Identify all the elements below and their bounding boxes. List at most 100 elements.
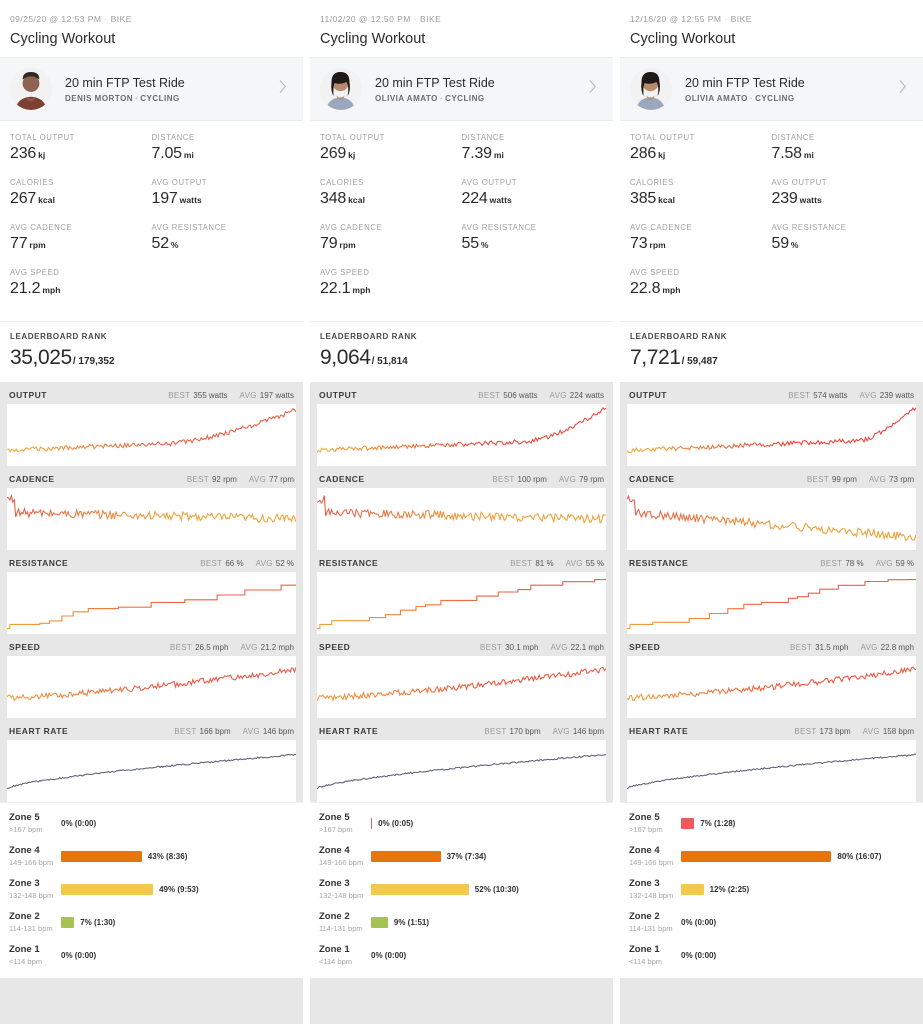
charts-section: OUTPUT BEST 506 watts AVG 224 watts CADENCE BE… [310,382,613,1024]
best-label: BEST [479,643,503,652]
chart-stats: BEST 166 bpm AVG 146 bpm [174,727,294,736]
avg-label: AVG [248,475,267,484]
zone-name: Zone 2 [9,911,40,923]
chart-plot-heart-rate[interactable] [7,740,296,802]
chart-plot-output[interactable] [317,404,606,466]
metric-value: 267 kcal [10,190,152,208]
metric-avg-cadence: AVG CADENCE 79 rpm [320,223,462,253]
chart-plot-resistance[interactable] [7,572,296,634]
avg-label: AVG [565,559,583,568]
zone-name: Zone 1 [319,944,350,956]
zone-range: 132-148 bpm [319,890,364,900]
metric-unit: mph [352,285,371,295]
workout-header: 11/02/20 @ 12:50 PM · BIKE Cycling Workout [310,0,613,57]
zone-bar [371,818,373,829]
class-title: 20 min FTP Test Ride [685,75,805,90]
zone-value: 37% (7:34) [446,852,487,861]
zone-range: <114 bpm [9,956,43,966]
zone-row: Zone 2 114-131 bpm 7% (1:30) [9,906,294,939]
metric-value: 348 kcal [320,190,462,208]
best-value: 31.5 mph [815,643,849,652]
chart-plot-speed[interactable] [627,656,916,718]
metric-number: 348 [320,190,347,207]
leaderboard-total: / 51,814 [371,356,408,367]
chart-plot-speed[interactable] [317,656,606,718]
zone-label: Zone 1 <114 bpm [319,944,371,966]
chart-header: HEART RATE BEST 166 bpm AVG 146 bpm [7,718,296,740]
metric-label: AVG CADENCE [630,223,693,232]
zone-name: Zone 5 [9,812,40,824]
zone-name: Zone 4 [319,845,350,857]
metric-label: AVG OUTPUT [151,178,208,187]
class-row[interactable]: 20 min FTP Test Ride DENIS MORTON · CYCLING [0,57,303,121]
metric-value: 7.05 mi [152,145,294,163]
chart-plot-speed[interactable] [7,656,296,718]
zone-name: Zone 2 [629,911,660,923]
metric-number: 267 [10,190,37,207]
chart-best-stat: BEST 26.5 mph [170,643,228,652]
leaderboard-total: / 59,487 [681,356,718,367]
metric-number: 73 [630,235,648,252]
chevron-right-icon[interactable] [587,78,603,100]
avg-label: AVG [549,391,567,400]
chart-stats: BEST 78 % AVG 59 % [820,559,914,568]
workout-discipline: BIKE [730,14,752,24]
zone-value: 0% (0:00) [681,918,717,927]
zone-bar-wrap: 52% (10:30) [371,884,604,895]
chart-plot-cadence[interactable] [627,488,916,550]
chart-plot-heart-rate[interactable] [627,740,916,802]
workout-column-2: 11/02/20 @ 12:50 PM · BIKE Cycling Workout 2… [310,0,613,1024]
instructor-name: OLIVIA AMATO [375,93,438,103]
zone-bar [681,851,832,862]
metric-avg-resistance: AVG RESISTANCE 52% [152,223,294,253]
zone-label: Zone 3 132-148 bpm [319,878,371,900]
chart-title: HEART RATE [319,726,379,736]
zone-label: Zone 3 132-148 bpm [629,878,681,900]
class-category: CYCLING [755,93,795,103]
avg-value: 197 watts [259,391,294,400]
class-row[interactable]: 20 min FTP Test Ride OLIVIA AMATO · CYCLING [620,57,923,121]
chevron-right-icon[interactable] [897,78,913,100]
chart-plot-heart-rate[interactable] [317,740,606,802]
instructor-name: OLIVIA AMATO [685,93,748,103]
chart-plot-cadence[interactable] [317,488,606,550]
chevron-right-icon[interactable] [277,78,293,100]
chart-header: RESISTANCE BEST 66 % AVG 52 % [7,550,296,572]
chart-plot-output[interactable] [627,404,916,466]
zone-row: Zone 5 >167 bpm 7% (1:28) [629,807,914,840]
metric-total-output: TOTAL OUTPUT 236 kj [10,133,152,163]
chart-plot-output[interactable] [7,404,296,466]
workout-date: 11/02/20 @ 12:50 PM [320,14,411,24]
metric-unit: watts [799,195,822,205]
chart-header: CADENCE BEST 100 rpm AVG 79 rpm [317,466,606,488]
best-label: BEST [794,727,817,736]
zone-name: Zone 3 [9,878,40,890]
zone-bar [61,917,75,928]
avg-value: 52 % [275,559,294,568]
best-label: BEST [789,643,813,652]
zone-label: Zone 5 >167 bpm [319,812,371,834]
chart-plot-resistance[interactable] [317,572,606,634]
zone-bar [371,851,441,862]
zone-value: 0% (0:00) [61,819,97,828]
chart-plot-resistance[interactable] [627,572,916,634]
metric-unit: % [790,240,799,250]
metric-value: 197 watts [152,190,294,208]
workout-date: 12/16/20 @ 12:55 PM [630,14,722,24]
chart-plot-cadence[interactable] [7,488,296,550]
chart-stats: BEST 99 rpm AVG 73 rpm [807,475,914,484]
zone-range: >167 bpm [319,824,353,834]
workout-column-3: 12/16/20 @ 12:55 PM · BIKE Cycling Workout 2… [620,0,923,1024]
metric-number: 22.8 [630,280,661,297]
leaderboard-rank: 7,721 [630,346,681,369]
metric-label: AVG SPEED [320,268,370,277]
avg-label: AVG [242,727,260,736]
metric-value: 21.2 mph [10,280,152,298]
heart-rate-zones: Zone 5 >167 bpm 0% (0:00) Zone 4 149-166 bpm… [0,802,303,978]
metric-label: TOTAL OUTPUT [10,133,75,142]
metric-label: CALORIES [320,178,364,187]
zone-bar-wrap: 43% (8:36) [61,851,294,862]
zone-value: 0% (0:00) [61,951,97,960]
class-row[interactable]: 20 min FTP Test Ride OLIVIA AMATO · CYCLING [310,57,613,121]
class-separator: · [749,93,754,103]
